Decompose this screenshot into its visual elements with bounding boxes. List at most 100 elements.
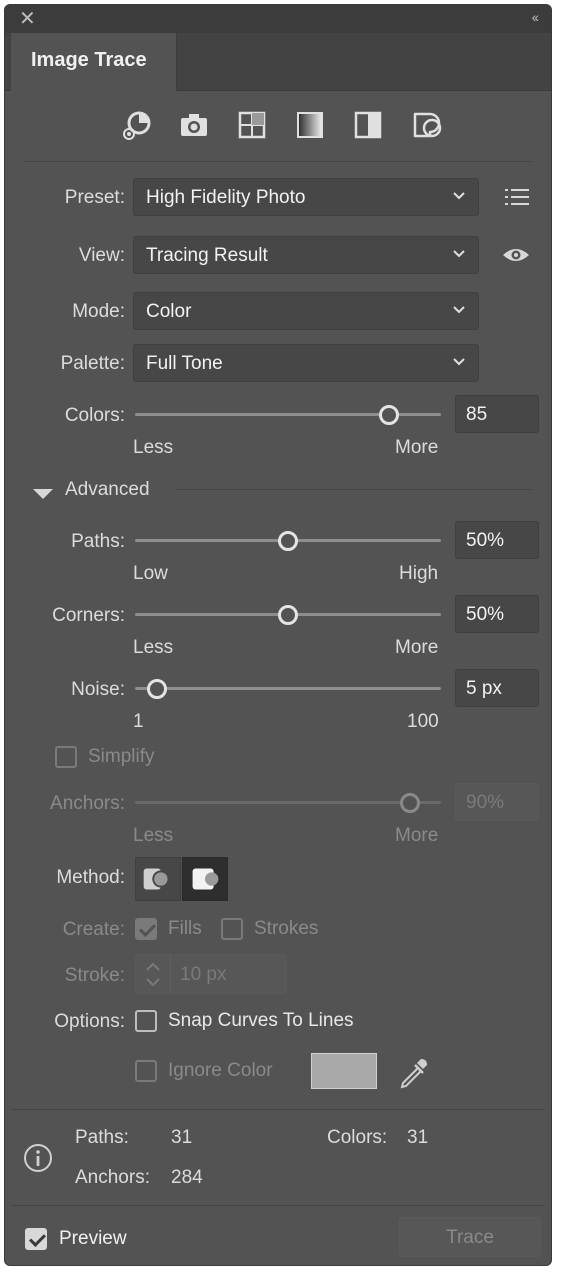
ignore-color-swatch[interactable]: [311, 1053, 377, 1089]
auto-color-icon[interactable]: [116, 105, 156, 145]
paths-min-label: Low: [133, 563, 168, 584]
low-color-icon[interactable]: [232, 105, 272, 145]
ignore-color-checkbox[interactable]: [135, 1060, 157, 1082]
palette-value: Full Tone: [146, 353, 223, 374]
options-label: Options:: [54, 1011, 125, 1032]
noise-max-label: 100: [407, 711, 439, 732]
noise-min-label: 1: [133, 711, 144, 732]
preset-dropdown[interactable]: High Fidelity Photo: [133, 178, 479, 216]
corners-slider-thumb[interactable]: [278, 605, 298, 625]
mode-dropdown[interactable]: Color: [133, 292, 479, 330]
tab-label: Image Trace: [31, 49, 147, 71]
stat-anchors-label: Anchors:: [75, 1167, 150, 1188]
paths-slider-thumb[interactable]: [278, 531, 298, 551]
trace-button-label: Trace: [446, 1227, 494, 1248]
stroke-stepper[interactable]: 10 px: [135, 954, 287, 994]
simplify-checkbox[interactable]: [55, 746, 77, 768]
collapse-panel-icon[interactable]: ‹‹: [532, 9, 539, 25]
triangle-down-icon[interactable]: [33, 487, 53, 501]
divider: [23, 161, 533, 162]
anchors-input[interactable]: 90%: [455, 783, 539, 821]
noise-slider-track[interactable]: [135, 687, 441, 690]
view-dropdown[interactable]: Tracing Result: [133, 236, 479, 274]
eye-icon[interactable]: [501, 245, 531, 265]
stroke-label: Stroke:: [64, 965, 125, 986]
corners-label: Corners:: [52, 605, 125, 626]
overlapping-method-button[interactable]: [182, 857, 228, 901]
palette-dropdown[interactable]: Full Tone: [133, 344, 479, 382]
noise-label: Noise:: [71, 679, 125, 700]
paths-value: 50%: [466, 530, 505, 551]
divider: [11, 1109, 545, 1110]
palette-label: Palette:: [60, 353, 125, 374]
tab-image-trace[interactable]: Image Trace: [11, 33, 177, 91]
corners-max-label: More: [395, 637, 439, 658]
strokes-label: Strokes: [254, 918, 319, 939]
mode-value: Color: [146, 301, 192, 322]
fills-label: Fills: [168, 918, 202, 939]
preset-value: High Fidelity Photo: [146, 187, 306, 208]
info-icon: [23, 1143, 53, 1173]
anchors-max-label: More: [395, 825, 439, 846]
divider: [175, 489, 533, 490]
noise-value: 5 px: [466, 678, 502, 699]
paths-max-label: High: [399, 563, 439, 584]
fills-checkbox[interactable]: [135, 918, 157, 940]
anchors-slider-thumb[interactable]: [400, 793, 421, 813]
paths-input[interactable]: 50%: [455, 521, 539, 559]
stepper-arrows-icon[interactable]: [136, 955, 171, 993]
anchors-slider-track[interactable]: [135, 801, 441, 804]
anchors-value: 90%: [466, 792, 505, 813]
stat-paths-value: 31: [171, 1127, 193, 1148]
snap-curves-label: Snap Curves To Lines: [168, 1010, 354, 1031]
colors-input[interactable]: 85: [455, 395, 539, 433]
stat-anchors-value: 284: [171, 1167, 203, 1188]
preset-icon-bar: [5, 105, 551, 149]
chevron-down-icon: [453, 358, 465, 366]
advanced-toggle[interactable]: Advanced: [65, 479, 150, 501]
anchors-min-label: Less: [133, 825, 174, 846]
mode-label: Mode:: [72, 301, 125, 322]
anchors-label: Anchors:: [50, 793, 125, 814]
strokes-checkbox[interactable]: [221, 918, 243, 940]
divider: [11, 1205, 545, 1206]
noise-slider-thumb[interactable]: [146, 679, 167, 699]
snap-curves-checkbox[interactable]: [135, 1010, 157, 1032]
list-menu-icon[interactable]: [503, 185, 531, 209]
colors-slider-thumb[interactable]: [378, 405, 399, 425]
view-label: View:: [78, 245, 125, 266]
eyedropper-icon[interactable]: [397, 1055, 431, 1091]
image-trace-panel: ✕ ‹‹ Image Trace Preset: High Fidelity P…: [4, 4, 552, 1266]
colors-label: Colors:: [64, 405, 125, 426]
panel-titlebar: ✕ ‹‹: [5, 5, 551, 33]
colors-max-label: More: [395, 437, 439, 458]
preview-label: Preview: [59, 1228, 127, 1249]
view-value: Tracing Result: [146, 245, 268, 266]
create-label: Create:: [62, 919, 125, 940]
close-icon[interactable]: ✕: [19, 8, 36, 30]
chevron-down-icon: [453, 250, 465, 258]
trace-button[interactable]: Trace: [399, 1217, 541, 1257]
simplify-label: Simplify: [88, 746, 155, 767]
paths-label: Paths:: [71, 531, 125, 552]
chevron-down-icon: [453, 306, 465, 314]
camera-icon[interactable]: [174, 105, 214, 145]
method-label: Method:: [56, 867, 125, 888]
colors-min-label: Less: [133, 437, 174, 458]
preview-checkbox[interactable]: [25, 1228, 47, 1250]
preset-label: Preset:: [64, 187, 125, 208]
grayscale-icon[interactable]: [290, 105, 330, 145]
stat-colors-label: Colors:: [327, 1127, 388, 1148]
outline-icon[interactable]: [406, 105, 446, 145]
chevron-down-icon: [453, 192, 465, 200]
corners-value: 50%: [466, 604, 505, 625]
colors-value: 85: [466, 404, 488, 425]
stat-colors-value: 31: [407, 1127, 429, 1148]
stroke-value: 10 px: [180, 964, 227, 985]
noise-input[interactable]: 5 px: [455, 669, 539, 707]
abutting-method-button[interactable]: [135, 857, 181, 901]
tab-strip: Image Trace: [5, 33, 551, 91]
black-and-white-icon[interactable]: [348, 105, 388, 145]
corners-input[interactable]: 50%: [455, 595, 539, 633]
stat-paths-label: Paths:: [75, 1127, 129, 1148]
